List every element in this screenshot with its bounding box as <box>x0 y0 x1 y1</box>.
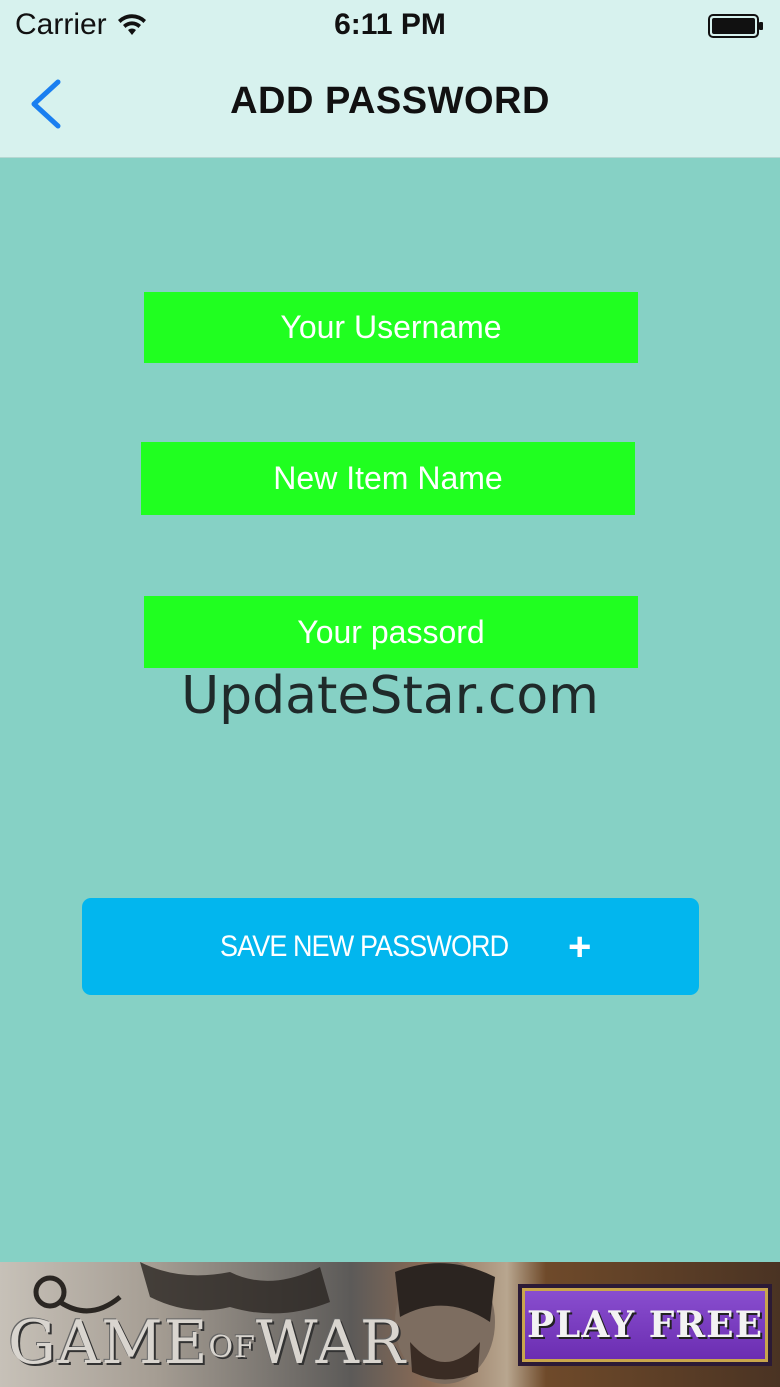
watermark-text: UpdateStar.com <box>181 666 599 726</box>
ad-logo-war: WAR <box>255 1308 407 1378</box>
play-free-button[interactable]: PLAY FREE <box>518 1284 772 1366</box>
ad-logo: GAMEOFWAR <box>8 1308 406 1378</box>
save-button-label: SAVE NEW PASSWORD <box>219 929 509 963</box>
status-time: 6:11 PM <box>334 8 446 41</box>
plus-icon: + <box>567 924 592 969</box>
page-title: ADD PASSWORD <box>230 80 550 122</box>
save-new-password-button[interactable]: SAVE NEW PASSWORD + <box>82 898 699 995</box>
ad-logo-of: OF <box>208 1329 256 1365</box>
username-field[interactable] <box>144 292 638 363</box>
ad-logo-game: GAME <box>8 1308 209 1378</box>
password-field[interactable] <box>144 596 638 668</box>
ad-banner[interactable]: GAMEOFWAR PLAY FREE <box>0 1262 780 1387</box>
top-bar: Carrier 6:11 PM ADD PASSWORD <box>0 0 780 158</box>
add-password-screen: Carrier 6:11 PM ADD PASSWORD UpdateStar.… <box>0 0 780 1387</box>
battery-icon <box>708 14 763 38</box>
item-name-field[interactable] <box>141 442 635 515</box>
